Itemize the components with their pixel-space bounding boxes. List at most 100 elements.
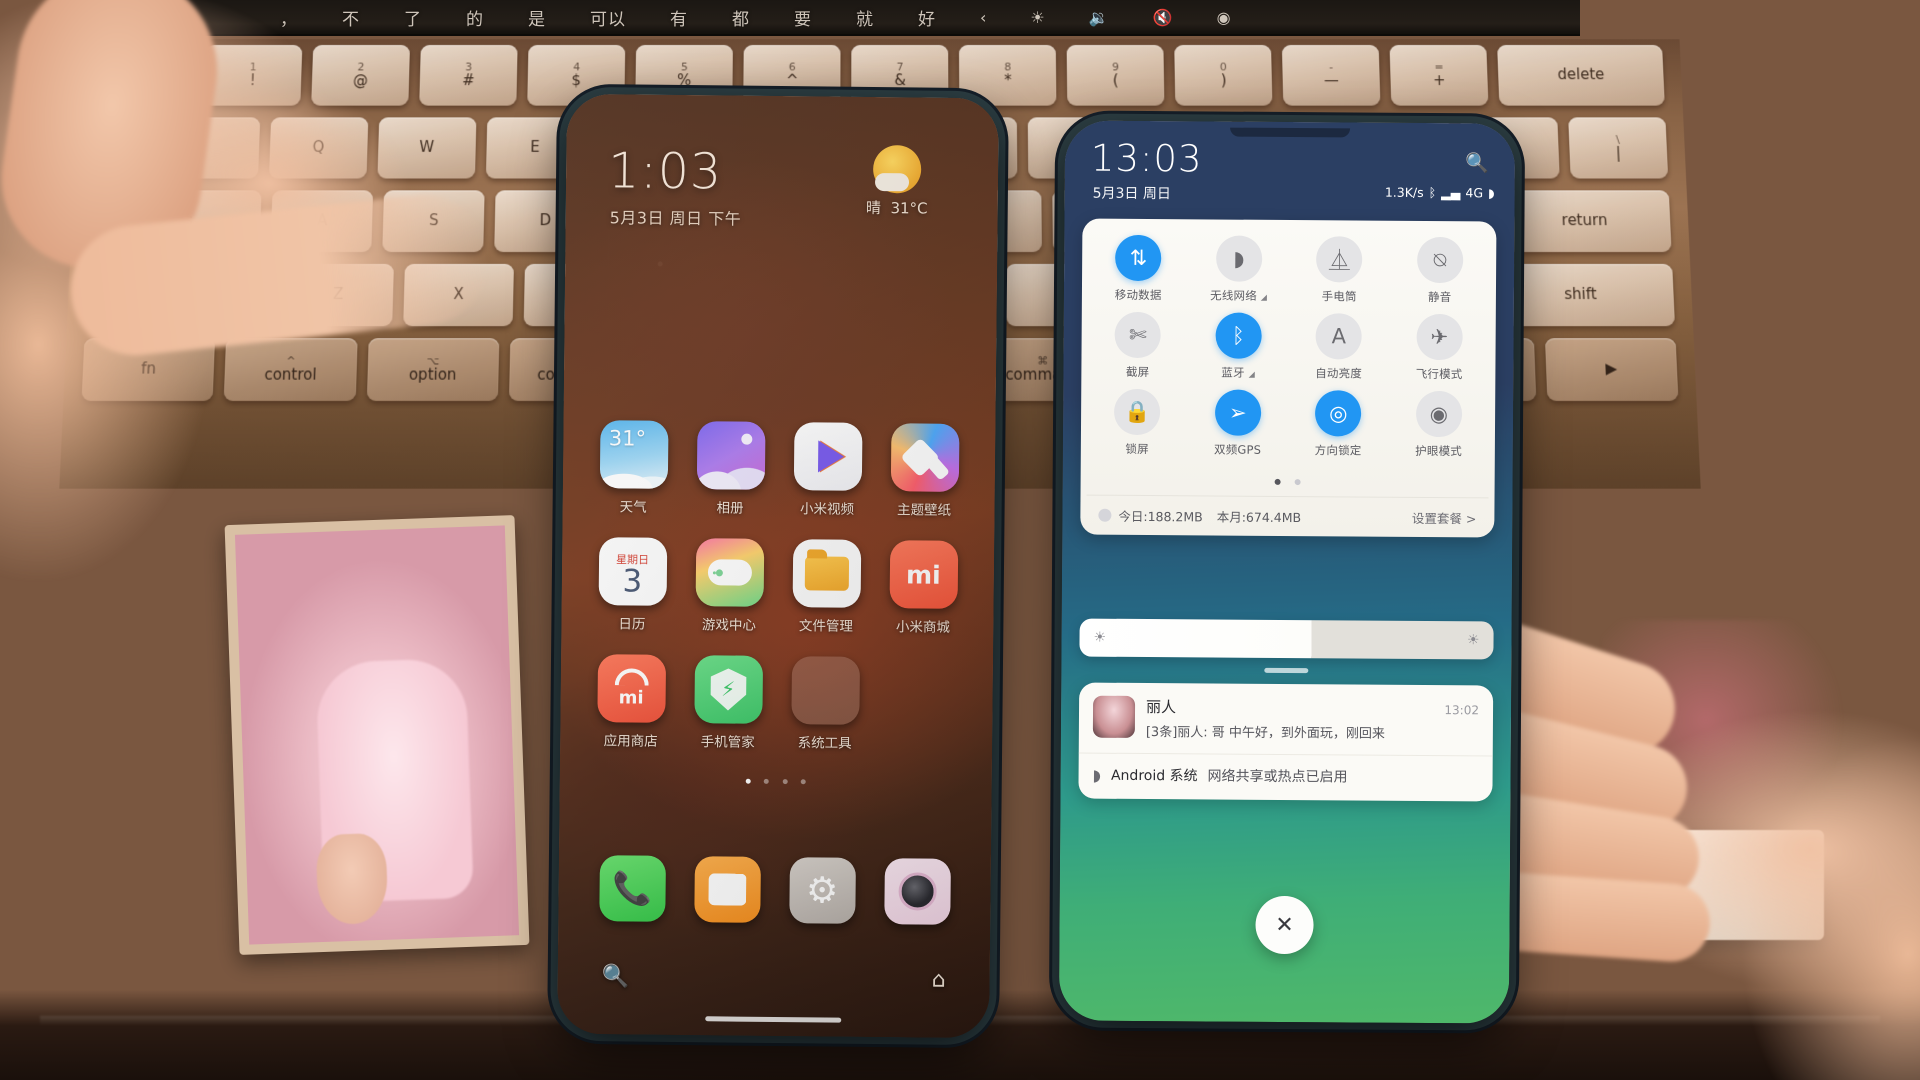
volume-down-icon[interactable]: 🔉 [1089,8,1109,27]
app-gallery[interactable]: 相册 [682,421,780,517]
expand-arrow-icon: ◢ [1248,369,1255,379]
app-file-manager[interactable]: 文件管理 [777,539,875,635]
phone-icon: 📞 [598,855,666,922]
quick-settings-row[interactable]: ⇅ 移动数据 ◗ 无线网络 ◢ ⏅ 手电筒 ⍉ 静音 [1088,234,1490,306]
qs-label: 无线网络 [1210,288,1258,303]
lock-icon[interactable]: 🔒 [1114,388,1161,436]
chevron-left-icon[interactable]: ‹ [980,8,986,27]
app-security[interactable]: 手机管家 [679,655,777,751]
dock-camera[interactable] [869,858,965,932]
key-[interactable]: 8 * [959,45,1057,106]
app-mi-mall[interactable]: mi 小米商城 [874,540,972,636]
dock[interactable]: 📞 ⚙ [558,855,991,933]
left-phone-screen[interactable]: 1:03 5月3日 周日 下午 晴 31°C 31° 天气 相册 小米视频 主题… [557,93,999,1039]
search-icon[interactable]: 🔍 [602,964,630,989]
navigation-icon[interactable]: ➢ [1214,389,1262,436]
key-[interactable]: - — [1282,45,1381,106]
key-[interactable]: 0) [1174,45,1273,106]
app-row[interactable]: 星期日 3 日历 游戏中心 文件管理 mi 小米商城 [561,537,994,637]
notification-app-name: Android 系统 [1110,767,1198,785]
page-dot[interactable] [764,778,770,784]
letter-a-icon[interactable]: A [1315,313,1363,360]
ime-candidate[interactable]: 都 [732,5,750,30]
close-button[interactable]: ✕ [1255,895,1314,955]
right-phone-device[interactable]: 13:03 5月3日 周日 🔍 1.3K/s ᛒ ▂▄ 4G ◗ ⇅ 移动数据 [1058,120,1516,1024]
app-game-center[interactable]: 游戏中心 [680,538,778,634]
app-mi-video[interactable]: 小米视频 [779,422,877,518]
ime-candidate[interactable]: 要 [794,5,812,30]
search-icon[interactable]: 🔍 [1465,151,1489,174]
wifi-icon[interactable]: ◗ [1215,235,1263,282]
qs-page-dot[interactable] [1294,479,1301,486]
qs-screenshot[interactable]: ✄ 截屏 [1087,311,1188,381]
app-row[interactable]: mi 应用商店 手机管家 系统工具 [560,654,993,754]
qs-flashlight[interactable]: ⏅ 手电筒 [1289,236,1390,305]
qs-wlan[interactable]: ◗ 无线网络 ◢ [1188,235,1289,304]
qs-eye-care[interactable]: ◉ 护眼模式 [1388,390,1489,460]
quick-settings-row[interactable]: ✄ 截屏 ᛒ 蓝牙 ◢ A 自动亮度 ✈ 飞行模式 [1087,311,1490,383]
ime-candidate[interactable]: 就 [856,5,874,30]
notification-message[interactable]: 丽人 13:02 [3条]丽人: 哥 中午好，到外面玩，刚回来 [1079,683,1493,756]
qs-mobile-data[interactable]: ⇅ 移动数据 [1088,234,1189,304]
eye-icon[interactable]: ◉ [1415,390,1463,438]
page-dot[interactable] [782,779,788,785]
key-[interactable]: = + [1389,45,1489,106]
brightness-icon[interactable]: ☀ [1030,8,1044,27]
rotation-icon[interactable]: ◎ [1315,390,1362,437]
qs-auto-brightness[interactable]: A 自动亮度 [1288,313,1389,382]
key-return[interactable]: return [1497,190,1672,253]
home-bottom-bar[interactable]: 🔍 ⌂ [557,954,989,1003]
key-[interactable]: \ | [1568,117,1669,179]
app-grid[interactable]: 31° 天气 相册 小米视频 主题壁纸 星期日 3 日历 游戏中心 文件管理 m… [560,420,996,791]
quick-settings-row[interactable]: 🔒 锁屏 ➢ 双频GPS ◎ 方向锁定 ◉ 护眼模式 [1087,388,1489,460]
panel-grabber[interactable] [1264,667,1309,674]
bell-off-icon[interactable]: ⍉ [1416,236,1464,284]
home-weather-widget[interactable]: 晴 31°C [822,144,973,219]
app-label: 游戏中心 [701,617,756,634]
data-transfer-icon[interactable]: ⇅ [1115,234,1162,282]
app-row[interactable]: 31° 天气 相册 小米视频 主题壁纸 [563,420,996,520]
dock-messages[interactable] [679,856,775,930]
app-system-tools[interactable]: 系统工具 [776,656,874,752]
gallery-icon [696,421,766,490]
page-dot-active[interactable] [746,778,752,784]
key-shift[interactable]: shift [1486,263,1675,327]
status-time: 13:03 [1090,136,1203,181]
key-[interactable]: 9( [1066,45,1165,106]
quick-settings-panel[interactable]: ⇅ 移动数据 ◗ 无线网络 ◢ ⏅ 手电筒 ⍉ 静音 ✄ 截屏 ᛒ 蓝牙 ◢ A… [1080,218,1497,538]
key-[interactable]: ▶ [1544,338,1679,401]
volume-mute-icon[interactable]: 🔇 [1153,8,1173,27]
assistant-icon[interactable]: ⌂ [932,967,946,992]
touchid-icon[interactable]: ◉ [1217,8,1231,27]
dock-phone[interactable]: 📞 [584,855,680,929]
app-calendar[interactable]: 星期日 3 日历 [583,537,681,633]
notification-list[interactable]: 丽人 13:02 [3条]丽人: 哥 中午好，到外面玩，刚回来 ◗ Androi… [1078,682,1494,802]
key-delete[interactable]: delete [1497,45,1665,106]
sunny-icon [872,144,922,194]
airplane-icon[interactable]: ✈ [1416,313,1463,361]
app-weather[interactable]: 31° 天气 [585,420,683,516]
qs-page-dot-active[interactable] [1275,478,1282,485]
data-usage-bar[interactable]: 今日:188.2MB 本月:674.4MB 设置套餐 > [1086,494,1489,532]
bluetooth-icon[interactable]: ᛒ [1215,312,1262,359]
qs-bluetooth[interactable]: ᛒ 蓝牙 ◢ [1188,312,1289,381]
ime-candidate[interactable]: 好 [918,5,936,30]
qs-silent[interactable]: ⍉ 静音 [1389,236,1490,306]
qs-airplane-mode[interactable]: ✈ 飞行模式 [1389,313,1490,383]
qs-dual-gps[interactable]: ➢ 双频GPS [1187,389,1288,458]
home-indicator[interactable] [705,1016,842,1023]
ime-candidate[interactable]: 有 [670,5,688,30]
notification-system[interactable]: ◗ Android 系统 网络共享或热点已启用 [1078,752,1493,802]
dock-settings[interactable]: ⚙ [774,857,870,931]
app-app-store[interactable]: mi 应用商店 [582,654,680,750]
page-dot[interactable] [800,779,806,785]
qs-lock-screen[interactable]: 🔒 锁屏 [1087,388,1188,458]
app-themes[interactable]: 主题壁纸 [876,423,974,519]
scissors-icon[interactable]: ✄ [1114,311,1162,359]
qs-rotation-lock[interactable]: ◎ 方向锁定 [1288,390,1389,459]
flashlight-icon[interactable]: ⏅ [1316,236,1363,283]
right-phone-screen[interactable]: 13:03 5月3日 周日 🔍 1.3K/s ᛒ ▂▄ 4G ◗ ⇅ 移动数据 [1058,120,1516,1024]
left-phone-device[interactable]: 1:03 5月3日 周日 下午 晴 31°C 31° 天气 相册 小米视频 主题… [557,93,999,1039]
brightness-slider[interactable]: ☀ ☀ [1079,618,1494,660]
plan-settings-link[interactable]: 设置套餐 > [1412,508,1477,527]
